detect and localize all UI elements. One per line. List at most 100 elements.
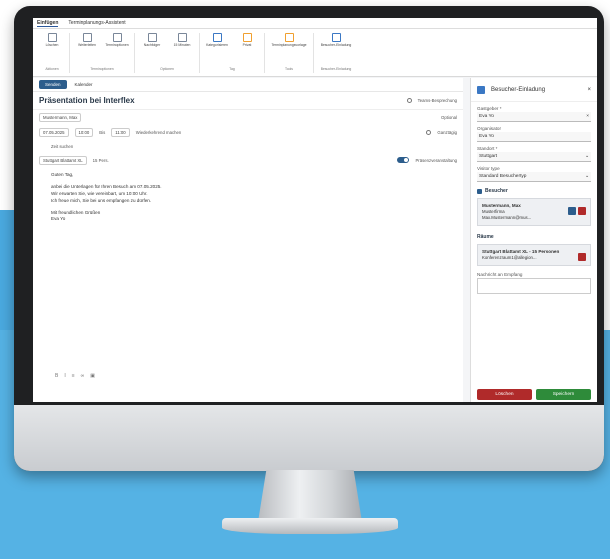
body-line: Ich freue mich, Sie bei uns empfangen zu… — [51, 197, 152, 203]
visitor-name: Mustermann, Max — [482, 203, 521, 208]
panel-title: Besucher-Einladung — [491, 86, 546, 93]
panel-footer: Löschen Speichern — [477, 389, 591, 400]
edit-visitor-button[interactable] — [568, 207, 576, 215]
body-line: Mit freundlichen Grüßen — [51, 209, 101, 215]
italic-icon[interactable]: I — [64, 373, 65, 379]
clear-icon[interactable]: × — [586, 114, 589, 119]
subject-field[interactable]: Präsentation bei Interflex — [39, 96, 401, 105]
attendees-row: Mustermann, Max Optional — [33, 110, 463, 124]
monitor-stand-foot — [222, 518, 398, 534]
tag-icon — [212, 33, 222, 42]
ribbon-tabs: Einfügen Terminplanungs-Assistent — [33, 18, 597, 29]
ribbon-group-tags: Kategorisieren Privat Tag — [200, 33, 265, 73]
delete-button[interactable]: Löschen — [477, 389, 532, 400]
in-person-label: Präsenzveranstaltung — [415, 157, 457, 163]
calendar-icon — [147, 33, 157, 42]
room-chip[interactable]: Stuttgart Blattamt XL — [39, 155, 87, 165]
site-select[interactable]: Stuttgart ⌄ — [477, 152, 591, 162]
subject-row: Präsentation bei Interflex Teams-Besprec… — [33, 92, 463, 110]
send-button[interactable]: Senden — [39, 80, 67, 89]
visitor-invitation-button[interactable]: Besucher-Einladung — [318, 33, 354, 48]
visitor-logo-icon — [477, 85, 485, 94]
panel-header: Besucher-Einladung × — [471, 78, 597, 102]
host-field[interactable]: Eva Yo × — [477, 112, 591, 122]
optional-link[interactable]: Optional — [441, 115, 457, 120]
ribbon-group-settings: Nachfolger 15 Minuten Optionen — [135, 33, 200, 73]
visitor-type-select[interactable]: Standard Besuchertyp ⌄ — [477, 172, 591, 182]
room-name: Stuttgart Blattamt XL - 15 Personen — [482, 248, 560, 254]
format-toolbar: B I ≡ ∞ ▣ — [55, 373, 95, 379]
visitor-card: Mustermann, Max Musterfirma Max.Musterma… — [477, 198, 591, 226]
visitors-section: Besucher — [471, 182, 597, 196]
suggest-time-link[interactable]: Zeit suchen — [51, 144, 73, 149]
teams-toggle[interactable] — [406, 98, 412, 103]
event-editor: Senden Kalender Präsentation bei Interfl… — [33, 78, 463, 402]
time-row: 07.05.2025 10:00 Bis 11:00 Wiederkehrend… — [33, 124, 463, 140]
suggest-row: Zeit suchen — [33, 140, 463, 152]
teams-label: Teams-Besprechung — [417, 98, 457, 103]
visitor-logo-icon — [331, 33, 341, 42]
room-card: Stuttgart Blattamt XL - 15 Personen Konf… — [477, 243, 591, 266]
editor-toolbar: Senden Kalender — [33, 78, 463, 92]
message-label: Nachricht an Empfang — [477, 271, 523, 277]
delete-event-button[interactable]: Löschen — [39, 33, 65, 48]
forward-button[interactable]: Weiterleiten — [74, 33, 100, 48]
delete-room-button[interactable] — [578, 252, 586, 261]
checkbox-icon[interactable] — [477, 188, 482, 194]
room-extra: 15 Pers. — [92, 157, 109, 163]
end-time-field[interactable]: 11:00 — [111, 127, 130, 137]
delete-visitor-button[interactable] — [578, 207, 586, 215]
link-icon[interactable]: ∞ — [81, 373, 85, 379]
calendar-link[interactable]: Kalender — [75, 82, 93, 87]
attendee-chip[interactable]: Mustermann, Max — [39, 112, 82, 122]
chevron-down-icon: ⌄ — [584, 154, 589, 159]
template-icon — [284, 33, 294, 42]
reminder-button[interactable]: 15 Minuten — [169, 33, 195, 48]
meeting-options-button[interactable]: Terminoptionen — [104, 33, 130, 48]
private-button[interactable]: Privat — [234, 33, 260, 48]
organizer-label: Organisator — [477, 126, 502, 131]
visitor-invitation-panel: Besucher-Einladung × Gastgeber * Eva Yo … — [470, 78, 597, 402]
organizer-field: Eva Yo — [477, 132, 591, 142]
tab-terminplanung[interactable]: Terminplanungs-Assistent — [68, 20, 125, 26]
start-date-field[interactable]: 07.05.2025 — [39, 127, 69, 137]
monitor-stand-neck — [258, 470, 362, 522]
followup-button[interactable]: Nachfolger — [139, 33, 165, 48]
options-icon — [112, 33, 122, 42]
in-person-toggle[interactable] — [397, 157, 410, 163]
screen: Einfügen Terminplanungs-Assistent Lösche… — [33, 18, 597, 402]
site-label: Standort * — [477, 146, 498, 151]
scheduling-template-button[interactable]: Terminplanungsvorlage — [269, 33, 309, 48]
chevron-down-icon: ⌄ — [584, 174, 589, 179]
tab-einfuegen[interactable]: Einfügen — [37, 20, 59, 27]
forward-icon — [82, 33, 92, 42]
location-row: Stuttgart Blattamt XL 15 Pers. Präsenzve… — [33, 152, 463, 168]
save-button[interactable]: Speichern — [536, 389, 591, 400]
trash-icon — [47, 33, 57, 42]
lock-icon — [242, 33, 252, 42]
visitor-email: Max.Mustermann@mus... — [482, 214, 532, 220]
list-icon[interactable]: ≡ — [72, 373, 75, 379]
clock-icon — [177, 33, 187, 42]
monitor-chin — [14, 405, 604, 471]
close-icon[interactable]: × — [587, 87, 591, 93]
categorize-button[interactable]: Kategorisieren — [204, 33, 230, 48]
ribbon-group-tools: Terminplanungsvorlage Tools — [265, 33, 314, 73]
ribbon: Löschen Aktionen Weiterleiten Terminopti… — [33, 29, 597, 77]
ribbon-group-options: Weiterleiten Terminoptionen Terminoption… — [70, 33, 135, 73]
start-time-field[interactable]: 10:00 — [74, 127, 94, 137]
end-label: Bis — [99, 129, 106, 135]
visitor-company: Musterfirma — [482, 209, 505, 215]
bold-icon[interactable]: B — [55, 373, 58, 379]
body-line: Eva Yo — [51, 216, 66, 222]
image-icon[interactable]: ▣ — [90, 373, 95, 379]
body-line: Guten Tag, — [51, 172, 74, 177]
message-body[interactable]: Guten Tag, anbei die Unterlagen für Ihre… — [33, 172, 463, 223]
message-field[interactable] — [477, 277, 591, 294]
visitor-type-label: Visitor type — [477, 166, 500, 171]
ribbon-group-visitor: Besucher-Einladung Besucher-Einladung — [314, 33, 358, 73]
room-email: Konferenzraum1@allegion... — [482, 254, 537, 260]
recurring-link[interactable]: Wiederkehrend machen — [136, 130, 182, 135]
all-day-toggle[interactable] — [426, 129, 432, 135]
body-line: Wir erwarten Sie, wie vereinbart, um 10:… — [51, 190, 148, 196]
